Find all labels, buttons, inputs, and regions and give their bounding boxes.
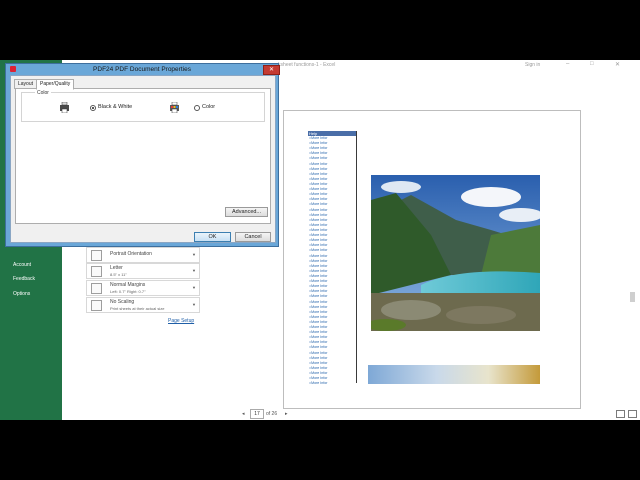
minimize-icon[interactable]: – xyxy=(566,61,569,67)
paper-icon xyxy=(91,266,102,277)
scaling-label: No Scaling xyxy=(110,299,135,305)
black-white-printer-icon xyxy=(60,102,69,113)
maximize-icon[interactable]: □ xyxy=(590,61,594,67)
color-printer-icon xyxy=(170,102,179,113)
paper-size-detail: 8.5" x 11" xyxy=(110,272,127,277)
preview-list: =More Infor =More Infor =More Infor =More I… xyxy=(309,136,355,386)
dialog-close-button[interactable]: ✕ xyxy=(263,65,280,75)
chevron-down-icon: ▼ xyxy=(192,302,196,307)
scaling-dropdown[interactable]: No Scaling Print sheets at their actual … xyxy=(86,297,200,313)
zoom-to-page-icon[interactable] xyxy=(628,410,637,418)
tab-paper-quality[interactable]: Paper/Quality xyxy=(36,79,75,90)
sidebar-item-options[interactable]: Options xyxy=(13,291,30,297)
paper-quality-panel: Color Black & White Color Advanced... xyxy=(15,88,271,224)
sunset-photo xyxy=(368,365,540,384)
printer-app-icon xyxy=(10,66,16,72)
page-setup-link[interactable]: Page Setup xyxy=(168,318,194,324)
scaling-detail: Print sheets at their actual size xyxy=(110,306,165,311)
portrait-icon xyxy=(91,250,102,261)
black-white-radio[interactable] xyxy=(90,105,96,111)
margins-icon xyxy=(91,283,102,294)
page-count: of 26 xyxy=(266,411,278,417)
margins-label: Normal Margins xyxy=(110,282,146,288)
dialog-title: PDF24 PDF Document Properties xyxy=(93,66,191,73)
color-radio[interactable] xyxy=(194,105,200,111)
paper-size-label: Letter xyxy=(110,265,123,271)
advanced-button[interactable]: Advanced... xyxy=(225,207,268,217)
page-number-input[interactable]: 17 xyxy=(250,409,264,419)
paper-size-dropdown[interactable]: Letter 8.5" x 11" ▼ xyxy=(86,263,200,279)
next-page-button[interactable]: ▸ xyxy=(285,411,288,417)
color-label[interactable]: Color xyxy=(202,104,215,110)
previous-page-button[interactable]: ◂ xyxy=(242,411,245,417)
vertical-scrollbar[interactable] xyxy=(630,292,635,302)
sign-in-link[interactable]: Sign in xyxy=(525,62,540,68)
dialog-body: Layout Paper/Quality Color Black & White xyxy=(10,75,276,243)
sidebar-item-feedback[interactable]: Feedback xyxy=(13,276,35,282)
sidebar-item-account[interactable]: Account xyxy=(13,262,31,268)
scaling-icon xyxy=(91,300,102,311)
chevron-down-icon: ▼ xyxy=(192,252,196,257)
show-margins-icon[interactable] xyxy=(616,410,625,418)
color-group: Color Black & White Color xyxy=(21,90,265,122)
close-icon[interactable]: ✕ xyxy=(615,61,620,68)
orientation-label: Portrait Orientation xyxy=(110,251,152,257)
document-properties-dialog: PDF24 PDF Document Properties ✕ Layout P… xyxy=(5,63,280,247)
margins-detail: Left: 0.7" Right: 0.7" xyxy=(110,289,146,294)
color-group-label: Color xyxy=(35,90,51,96)
list-item: =More Infor xyxy=(309,381,328,386)
river-photo xyxy=(371,175,540,331)
column-border xyxy=(356,131,357,383)
margins-dropdown[interactable]: Normal Margins Left: 0.7" Right: 0.7" ▼ xyxy=(86,280,200,296)
ok-button[interactable]: OK xyxy=(194,232,231,242)
orientation-dropdown[interactable]: Portrait Orientation ▼ xyxy=(86,247,200,263)
black-white-label[interactable]: Black & White xyxy=(98,104,132,110)
cancel-button[interactable]: Cancel xyxy=(235,232,271,242)
chevron-down-icon: ▼ xyxy=(192,268,196,273)
chevron-down-icon: ▼ xyxy=(192,285,196,290)
